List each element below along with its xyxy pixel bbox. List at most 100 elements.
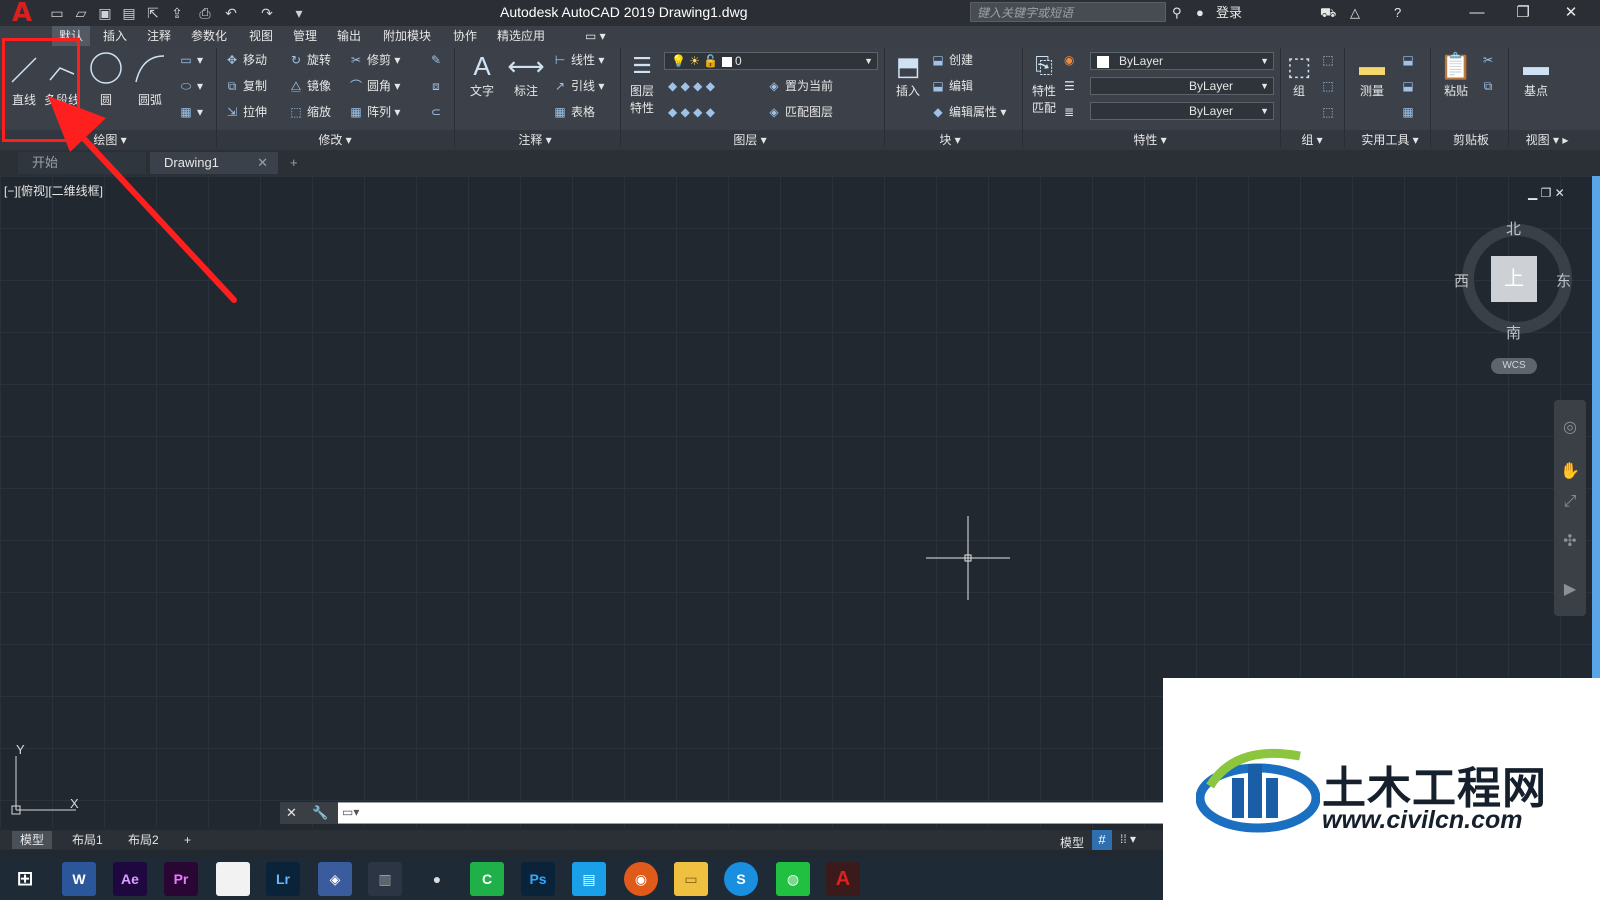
group-edit-icon[interactable]: ⬚ <box>1320 78 1339 94</box>
group-button[interactable]: ⬚ 组 <box>1284 50 1314 99</box>
utilities-panel-title[interactable]: 实用工具 ▾ <box>1350 131 1430 149</box>
array-button[interactable]: ▦ 阵列 ▾ <box>348 104 400 120</box>
mirror-button[interactable]: ⧋ 镜像 <box>288 78 331 94</box>
ungroup-icon[interactable]: ⬚ <box>1320 52 1339 68</box>
dimension-button[interactable]: ⟷ 标注 <box>506 50 546 99</box>
text-button[interactable]: A 文字 <box>462 50 502 99</box>
properties-panel-title[interactable]: 特性 ▾ <box>1110 131 1190 149</box>
layer-tools-icon[interactable]: ◆ ◆ ◆ ◆ <box>668 104 715 120</box>
showmotion-icon[interactable]: ▶ <box>1560 580 1580 600</box>
command-prompt-icon[interactable]: ▭▾ <box>342 805 359 819</box>
restore-button[interactable]: ❐ <box>1500 0 1546 26</box>
offset-icon[interactable]: ⊂ <box>428 104 447 120</box>
group-select-icon[interactable]: ⬚ <box>1320 104 1339 120</box>
steering-wheel-icon[interactable]: ◎ <box>1560 418 1580 438</box>
scale-button[interactable]: ⬚ 缩放 <box>288 104 331 120</box>
binoculars-icon[interactable]: ⚲ <box>1172 4 1182 22</box>
vertical-scrollbar[interactable] <box>1592 176 1600 680</box>
match-properties-button[interactable]: ⎘ 特性 匹配 <box>1026 50 1062 116</box>
model-space-toggle[interactable]: 模型 <box>1060 834 1084 851</box>
set-current-button[interactable]: ◈ 置为当前 <box>766 78 833 94</box>
wcs-menu[interactable]: WCS <box>1491 358 1537 374</box>
layers-panel-title[interactable]: 图层 ▾ <box>700 131 800 149</box>
tab-layout1[interactable]: 布局1 <box>64 831 111 849</box>
help-icon[interactable]: ? <box>1394 4 1401 22</box>
app-icon[interactable]: ▥ <box>368 862 402 896</box>
edit-attributes-button[interactable]: ◆ 编辑属性 ▾ <box>930 104 1006 120</box>
add-layout-button[interactable]: + <box>176 831 199 849</box>
orbit-icon[interactable]: ✣ <box>1560 532 1580 552</box>
compass-south[interactable]: 南 <box>1506 322 1521 343</box>
app-icon[interactable]: ◈ <box>318 862 352 896</box>
color-dropdown[interactable]: ByLayer ▼ <box>1090 52 1274 70</box>
layer-properties-button[interactable]: ☰ 图层 特性 <box>624 50 660 116</box>
insert-block-button[interactable]: ⬒ 插入 <box>888 50 928 99</box>
word-icon[interactable]: W <box>62 862 96 896</box>
login-button[interactable]: 登录 <box>1216 4 1242 22</box>
base-view-button[interactable]: ▬ 基点 <box>1516 50 1556 99</box>
command-input[interactable] <box>280 802 1164 824</box>
copy-clip-icon[interactable]: ⧉ <box>1480 78 1499 94</box>
fillet-button[interactable]: ⌒ 圆角 ▾ <box>348 78 400 94</box>
tab-manage[interactable]: 管理 <box>286 26 324 46</box>
cut-icon[interactable]: ✂ <box>1480 52 1499 68</box>
file-explorer-icon[interactable]: ▭ <box>674 862 708 896</box>
compass-east[interactable]: 东 <box>1556 270 1571 291</box>
app-icon[interactable]: S <box>724 862 758 896</box>
erase-icon[interactable]: ✎ <box>428 52 447 68</box>
app-icon[interactable]: ● <box>420 862 454 896</box>
measure-button[interactable]: ▬ 测量 <box>1352 50 1392 99</box>
tab-model[interactable]: 模型 <box>12 831 53 849</box>
browser-icon[interactable]: ◉ <box>624 862 658 896</box>
photoshop-icon[interactable]: Ps <box>521 862 555 896</box>
wechat-icon[interactable]: ◍ <box>776 862 810 896</box>
close-button[interactable]: ✕ <box>1548 0 1594 26</box>
viewport-window-controls[interactable]: ▁ ❐ ✕ <box>1528 186 1565 200</box>
view-panel-title[interactable]: 视图 ▾ ▸ <box>1512 131 1582 149</box>
explode-icon[interactable]: ⧈ <box>428 78 447 94</box>
windows-start-icon[interactable]: ⊞ <box>8 862 42 896</box>
tab-layout2[interactable]: 布局2 <box>120 831 167 849</box>
annotation-panel-title[interactable]: 注释 ▾ <box>490 131 580 149</box>
cart-icon[interactable]: ⛟ <box>1320 4 1336 22</box>
trim-button[interactable]: ✂ 修剪 ▾ <box>348 52 400 68</box>
tab-more-icon[interactable]: ▭ ▾ <box>578 26 613 46</box>
compass-west[interactable]: 西 <box>1454 270 1469 291</box>
document-icon[interactable] <box>216 862 250 896</box>
modify-panel-title[interactable]: 修改 ▾ <box>290 131 380 149</box>
create-block-button[interactable]: ⬓ 创建 <box>930 52 973 68</box>
layer-tools-icon[interactable]: ◆ ◆ ◆ ◆ <box>668 78 715 94</box>
minimize-button[interactable]: — <box>1454 0 1500 26</box>
tab-output[interactable]: 输出 <box>330 26 368 46</box>
viewcube-top-face[interactable]: 上 <box>1491 256 1537 302</box>
leader-button[interactable]: ↗ 引线 ▾ <box>552 78 604 94</box>
quick-select-icon[interactable]: ⬓ <box>1400 52 1419 68</box>
compass-north[interactable]: 北 <box>1506 218 1521 239</box>
search-input[interactable]: 键入关键字或短语 <box>970 2 1166 22</box>
block-panel-title[interactable]: 块 ▾ <box>910 131 990 149</box>
wrench-icon[interactable]: 🔧 <box>312 805 328 821</box>
redo-icon[interactable]: ↷ <box>258 4 276 22</box>
rotate-button[interactable]: ↻ 旋转 <box>288 52 331 68</box>
snap-toggle-icon[interactable]: ⁞⁞ ▾ <box>1120 832 1136 846</box>
lineweight-dropdown[interactable]: ByLayer ▼ <box>1090 102 1274 120</box>
quick-access-dropdown-icon[interactable]: ▾ <box>290 4 308 22</box>
match-layer-button[interactable]: ◈ 匹配图层 <box>766 104 833 120</box>
autocad-icon[interactable]: A <box>826 862 860 896</box>
autodesk-a360-icon[interactable]: △ <box>1350 4 1360 22</box>
after-effects-icon[interactable]: Ae <box>113 862 147 896</box>
clipboard-panel-title[interactable]: 剪贴板 <box>1436 131 1506 149</box>
calculator-icon[interactable]: ▦ <box>1400 104 1419 120</box>
linear-dim-button[interactable]: ⊢ 线性 ▾ <box>552 52 605 68</box>
premiere-icon[interactable]: Pr <box>164 862 198 896</box>
zoom-extents-icon[interactable]: ⤢ <box>1560 492 1580 512</box>
pan-icon[interactable]: ✋ <box>1560 462 1580 482</box>
edit-block-button[interactable]: ⬓ 编辑 <box>930 78 973 94</box>
new-tab-button[interactable]: + <box>284 152 310 174</box>
camtasia-icon[interactable]: C <box>470 862 504 896</box>
tab-addins[interactable]: 附加模块 <box>376 26 438 46</box>
app-icon[interactable]: ▤ <box>572 862 606 896</box>
tab-collaborate[interactable]: 协作 <box>446 26 484 46</box>
linetype-dropdown[interactable]: ByLayer ▼ <box>1090 77 1274 95</box>
paste-button[interactable]: 📋 粘贴 <box>1436 50 1476 99</box>
